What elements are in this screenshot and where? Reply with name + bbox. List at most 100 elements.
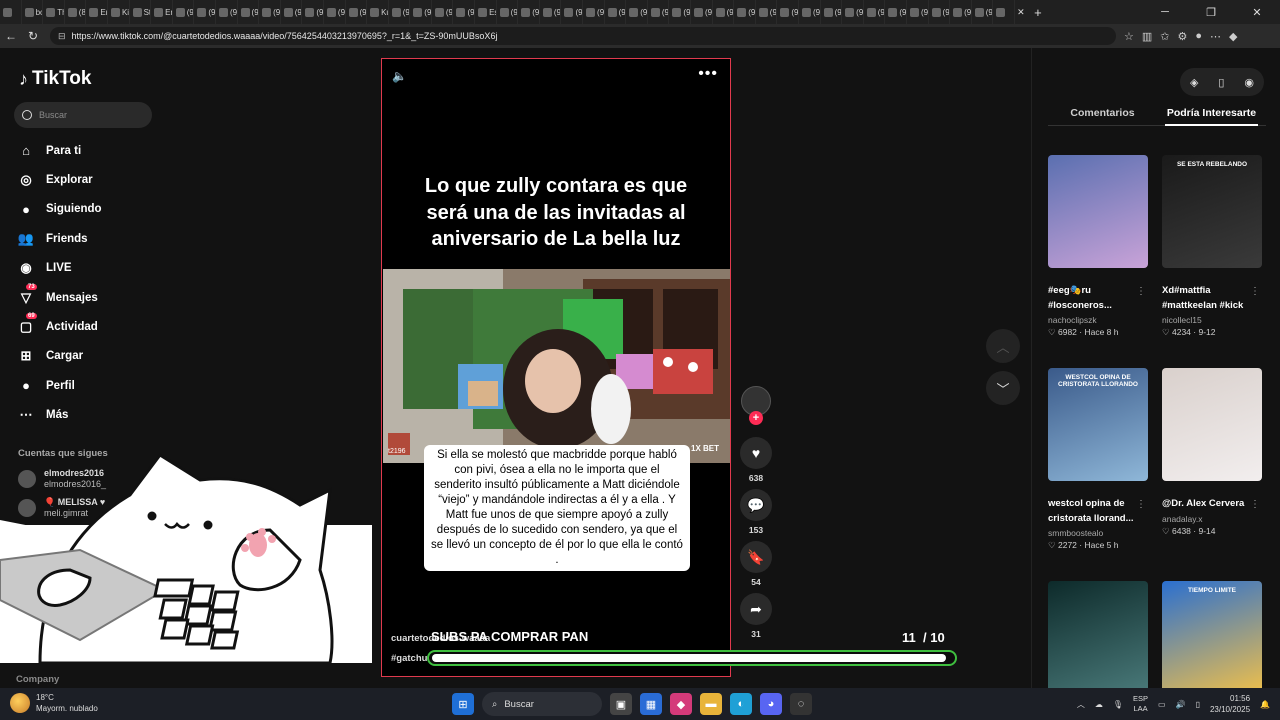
- recommended-video-card[interactable]: #eeg🎭ru #losconeros... ⋮ nachoclipszk ♡ 698…: [1048, 155, 1148, 338]
- browser-tab[interactable]: (99: [194, 0, 216, 24]
- browser-tab[interactable]: (99: [842, 0, 864, 24]
- tiktok-logo[interactable]: ♪ TikTok: [19, 68, 91, 90]
- browser-tab[interactable]: (99: [907, 0, 929, 24]
- card-more-icon[interactable]: ⋮: [1250, 499, 1260, 510]
- browser-tab[interactable]: (99: [734, 0, 756, 24]
- browser-tab[interactable]: (99: [799, 0, 821, 24]
- browser-tab[interactable]: [0, 0, 22, 24]
- video-player[interactable]: 🔈 ••• Lo que zully contara es que será u…: [381, 58, 731, 677]
- browser-tab[interactable]: (99: [324, 0, 346, 24]
- browser-tab[interactable]: (99: [713, 0, 735, 24]
- video-thumbnail[interactable]: SE ESTA REBELANDO: [1162, 155, 1262, 268]
- site-info-icon[interactable]: ⊟: [58, 31, 66, 42]
- browser-tab[interactable]: Stre: [130, 0, 152, 24]
- task-view-icon[interactable]: ▣: [610, 693, 632, 715]
- browser-tab[interactable]: Enc: [86, 0, 108, 24]
- share-button[interactable]: ➦: [740, 593, 772, 625]
- browser-tab[interactable]: (99: [691, 0, 713, 24]
- favorites-icon[interactable]: ✩: [1160, 30, 1169, 43]
- browser-tab[interactable]: (99: [605, 0, 627, 24]
- browser-tab[interactable]: (99: [238, 0, 260, 24]
- video-author[interactable]: nicollecl15: [1162, 315, 1262, 325]
- minimize-button[interactable]: ─: [1142, 0, 1188, 24]
- profile-icon[interactable]: ●: [1195, 30, 1202, 43]
- browser-tab[interactable]: (99: [410, 0, 432, 24]
- browser-tab[interactable]: (99: [281, 0, 303, 24]
- more-icon[interactable]: ⋯: [1210, 30, 1221, 43]
- browser-tab[interactable]: (99: [929, 0, 951, 24]
- battery-icon[interactable]: ▯: [1196, 700, 1200, 709]
- comment-button[interactable]: 💬: [740, 489, 772, 521]
- close-tab-icon[interactable]: ✕: [1015, 7, 1027, 18]
- video-thumbnail[interactable]: WESTCOL OPINA DE CRISTORATA LLORANDO: [1048, 368, 1148, 481]
- card-more-icon[interactable]: ⋮: [1136, 286, 1146, 297]
- browser-tab[interactable]: (99: [561, 0, 584, 24]
- url-field[interactable]: ⊟ https://www.tiktok.com/@cuartetodedios…: [50, 27, 1116, 45]
- browser-tab[interactable]: The: [43, 0, 65, 24]
- browser-tab[interactable]: (99: [346, 0, 368, 24]
- video-thumbnail[interactable]: [1048, 155, 1148, 268]
- browser-tab[interactable]: (99: [497, 0, 519, 24]
- browser-tab[interactable]: (85): [65, 0, 87, 24]
- video-title[interactable]: westcol opina de cristorata llorand...: [1048, 497, 1140, 526]
- browser-tab[interactable]: (99: [648, 0, 670, 24]
- browser-tab[interactable]: Enc: [151, 0, 173, 24]
- sidebar-item-live[interactable]: ◉ LIVE: [18, 254, 102, 283]
- close-window-button[interactable]: ✕: [1234, 0, 1280, 24]
- browser-tab[interactable]: (99: [777, 0, 799, 24]
- back-button[interactable]: ←: [0, 29, 22, 43]
- company-link[interactable]: Company: [16, 674, 59, 685]
- browser-tab[interactable]: (99: [972, 0, 994, 24]
- copilot-icon[interactable]: ◆: [1229, 30, 1237, 43]
- video-thumbnail[interactable]: [1048, 581, 1148, 694]
- microphone-icon[interactable]: 🎙: [1113, 700, 1123, 709]
- split-screen-icon[interactable]: ▥: [1142, 30, 1152, 43]
- browser-tab[interactable]: (99: [453, 0, 476, 24]
- sidebar-item-siguiendo[interactable]: ● Siguiendo: [18, 195, 102, 224]
- discord-icon[interactable]: ◕: [760, 693, 782, 715]
- tab-podría-interesarte[interactable]: Podría Interesarte: [1157, 98, 1266, 126]
- browser-tab[interactable]: (99: [583, 0, 605, 24]
- browser-tab[interactable]: (99: [540, 0, 562, 24]
- browser-tab[interactable]: (99: [302, 0, 324, 24]
- browser-tab[interactable]: bot: [22, 0, 44, 24]
- taskbar-search[interactable]: ⌕ Buscar: [482, 692, 602, 716]
- sidebar-item-explorar[interactable]: ◎ Explorar: [18, 165, 102, 194]
- browser-tab[interactable]: (99: [885, 0, 907, 24]
- weather-widget[interactable]: 18°C Mayorm. nublado: [10, 692, 98, 714]
- browser-tab[interactable]: (99: [821, 0, 843, 24]
- file-explorer-icon[interactable]: ▬: [700, 693, 722, 715]
- video-more-options-icon[interactable]: •••: [698, 65, 718, 83]
- previous-video-button[interactable]: ︿: [986, 329, 1020, 363]
- store-icon[interactable]: ▦: [640, 693, 662, 715]
- browser-tab[interactable]: (99: [259, 0, 281, 24]
- browser-tab[interactable]: Kuk: [367, 0, 389, 24]
- extensions-icon[interactable]: ⚙: [1178, 30, 1188, 43]
- card-more-icon[interactable]: ⋮: [1250, 286, 1260, 297]
- tray-overflow-icon[interactable]: ︿: [1077, 699, 1085, 710]
- new-tab-button[interactable]: +: [1027, 5, 1049, 20]
- edge-icon[interactable]: ◐: [730, 693, 752, 715]
- browser-tab[interactable]: (99: [626, 0, 648, 24]
- sidebar-item-mensajes[interactable]: ▽ 73 Mensajes: [18, 283, 102, 312]
- recommended-video-card[interactable]: [1048, 581, 1148, 694]
- coins-icon[interactable]: ◈: [1190, 76, 1198, 89]
- video-author[interactable]: smmboostealo: [1048, 528, 1148, 538]
- recommended-video-card[interactable]: SE ESTA REBELANDO Xd#mattfia #mattkeelan …: [1162, 155, 1262, 338]
- volume-tray-icon[interactable]: 🔊: [1176, 700, 1186, 709]
- onedrive-icon[interactable]: ☁: [1095, 700, 1103, 709]
- video-thumbnail[interactable]: [1162, 368, 1262, 481]
- video-hashtag[interactable]: #gatchu: [391, 653, 427, 664]
- browser-tab[interactable]: [993, 0, 1015, 24]
- start-icon[interactable]: ⊞: [452, 693, 474, 715]
- network-icon[interactable]: ▭: [1158, 700, 1166, 709]
- volume-icon[interactable]: 🔈: [392, 69, 407, 83]
- maximize-button[interactable]: ❐: [1188, 0, 1234, 24]
- recommended-video-card[interactable]: WESTCOL OPINA DE CRISTORATA LLORANDO west…: [1048, 368, 1148, 551]
- favorite-icon[interactable]: ☆: [1124, 30, 1134, 43]
- browser-tab[interactable]: (99: [518, 0, 540, 24]
- video-author[interactable]: anadalay.x: [1162, 514, 1262, 524]
- sidebar-item-más[interactable]: ⋯ Más: [18, 401, 102, 430]
- device-icon[interactable]: ▯: [1218, 76, 1224, 89]
- bookmark-button[interactable]: 🔖: [740, 541, 772, 573]
